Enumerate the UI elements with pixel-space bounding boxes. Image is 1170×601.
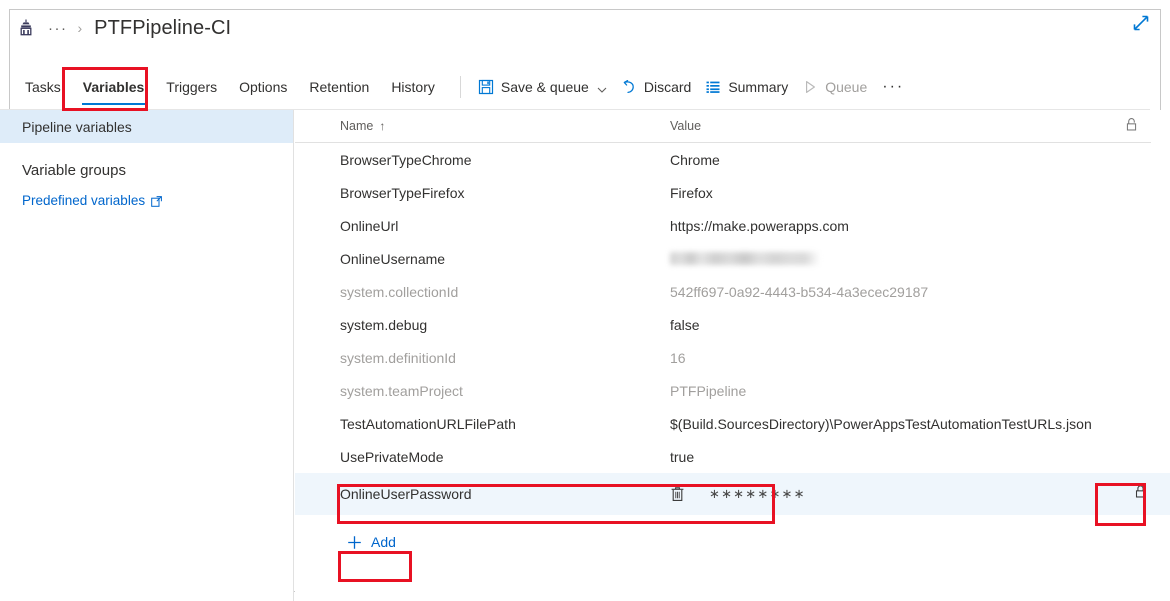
breadcrumb-overflow[interactable]: ··· <box>48 21 68 36</box>
table-row[interactable]: system.collectionId 542ff697-0a92-4443-b… <box>295 275 1170 308</box>
toolbar-divider <box>459 75 461 98</box>
column-header-value-label: Value <box>670 119 702 133</box>
external-link-icon <box>151 195 162 207</box>
variable-name: system.teamProject <box>340 382 463 399</box>
variable-value: true <box>670 448 695 465</box>
predefined-variables-link[interactable]: Predefined variables <box>0 193 293 208</box>
lock-closed-icon <box>1134 484 1147 504</box>
tab-tasks[interactable]: Tasks <box>14 64 72 109</box>
table-row[interactable]: system.teamProject PTFPipeline <box>295 374 1170 407</box>
tab-retention[interactable]: Retention <box>298 64 380 109</box>
save-and-queue-label: Save & queue <box>500 78 589 95</box>
variable-value: https://make.powerapps.com <box>670 217 849 234</box>
sidebar-item-label: Variable groups <box>22 161 126 179</box>
table-row[interactable]: OnlineUrl https://make.powerapps.com <box>295 209 1170 242</box>
toolbar: Tasks Variables Triggers Options Retenti… <box>0 64 1150 110</box>
variable-value: $(Build.SourcesDirectory)\PowerAppsTestA… <box>670 415 1092 432</box>
variable-name: OnlineUserPassword <box>340 486 472 502</box>
azure-devops-pipeline-variables-screen: ··· › PTFPipeline-CI Tasks Variables Tri… <box>0 0 1170 601</box>
variable-name: UsePrivateMode <box>340 448 444 465</box>
list-icon <box>705 79 721 95</box>
add-button-label: Add <box>371 534 396 550</box>
summary-button[interactable]: Summary <box>698 71 795 103</box>
table-row[interactable]: system.debug false <box>295 308 1170 341</box>
column-header-value[interactable]: Value <box>670 119 1111 133</box>
variable-lock-cell-locked[interactable] <box>1111 484 1170 504</box>
tab-options[interactable]: Options <box>228 64 298 109</box>
variable-name: system.collectionId <box>340 283 459 300</box>
pipeline-icon <box>16 18 36 38</box>
tab-history[interactable]: History <box>380 64 446 109</box>
sidebar: Pipeline variables Variable groups Prede… <box>0 110 294 601</box>
masked-password-value[interactable]: ∗∗∗∗∗∗∗∗ <box>709 486 806 502</box>
page-title: PTFPipeline-CI <box>94 16 232 39</box>
sidebar-item-pipeline-variables[interactable]: Pipeline variables <box>0 110 293 143</box>
play-icon <box>802 79 818 95</box>
variable-name: system.definitionId <box>340 349 456 366</box>
variable-value: Chrome <box>670 151 720 168</box>
table-row[interactable]: OnlineUsername <box>295 242 1170 275</box>
variable-value-secret: ∗∗∗∗∗∗∗∗ <box>670 486 1111 502</box>
breadcrumb-separator: › <box>77 20 83 36</box>
variable-name: BrowserTypeChrome <box>340 151 472 168</box>
discard-button[interactable]: Discard <box>614 71 698 103</box>
column-header-name-label: Name <box>340 119 374 133</box>
save-and-queue-button[interactable]: Save & queue <box>471 71 614 103</box>
variable-value: 16 <box>670 349 686 366</box>
variable-name: OnlineUrl <box>340 217 399 234</box>
save-icon <box>478 79 494 95</box>
toolbar-overflow-button[interactable]: ··· <box>874 78 912 95</box>
variables-table: Name ↑ Value BrowserTypeChrome Chrome Br… <box>295 110 1170 557</box>
tab-triggers[interactable]: Triggers <box>155 64 228 109</box>
column-header-lock <box>1111 117 1151 135</box>
plus-icon <box>347 535 362 550</box>
variable-value: false <box>670 316 700 333</box>
add-button[interactable]: Add <box>343 531 405 553</box>
column-header-name[interactable]: Name ↑ <box>340 119 670 133</box>
variables-pane: Name ↑ Value BrowserTypeChrome Chrome Br… <box>295 110 1170 601</box>
sort-ascending-icon: ↑ <box>379 119 386 133</box>
redacted-value <box>670 252 820 265</box>
variable-value: PTFPipeline <box>670 382 747 399</box>
table-header: Name ↑ Value <box>295 110 1151 143</box>
tab-variables[interactable]: Variables <box>72 64 156 109</box>
trash-icon[interactable] <box>670 486 685 502</box>
chevron-down-icon[interactable] <box>597 82 607 93</box>
expand-diagonal-icon[interactable] <box>1128 10 1154 36</box>
queue-button: Queue <box>795 71 874 103</box>
breadcrumb: ··· › PTFPipeline-CI <box>0 0 231 56</box>
table-row[interactable]: BrowserTypeChrome Chrome <box>295 143 1170 176</box>
table-row[interactable]: BrowserTypeFirefox Firefox <box>295 176 1170 209</box>
variable-value: Firefox <box>670 184 713 201</box>
variable-name: system.debug <box>340 316 428 333</box>
undo-icon <box>621 79 637 95</box>
variable-value: 542ff697-0a92-4443-b534-4a3ecec29187 <box>670 283 929 300</box>
queue-label: Queue <box>825 78 868 95</box>
table-row-selected[interactable]: OnlineUserPassword ∗∗∗∗∗∗∗∗ <box>295 473 1170 515</box>
table-row[interactable]: UsePrivateMode true <box>295 440 1170 473</box>
variable-name: OnlineUsername <box>340 250 446 267</box>
variable-name: TestAutomationURLFilePath <box>340 415 516 432</box>
table-row[interactable]: TestAutomationURLFilePath $(Build.Source… <box>295 407 1170 440</box>
table-row[interactable]: system.definitionId 16 <box>295 341 1170 374</box>
lock-open-icon <box>1125 117 1138 135</box>
discard-label: Discard <box>643 78 692 95</box>
add-variable-row: Add <box>295 527 1170 557</box>
summary-label: Summary <box>728 78 789 95</box>
variable-name: BrowserTypeFirefox <box>340 184 465 201</box>
predefined-variables-label: Predefined variables <box>22 193 146 208</box>
sidebar-item-variable-groups[interactable]: Variable groups <box>0 152 293 188</box>
variable-value <box>670 252 1111 265</box>
sidebar-item-label: Pipeline variables <box>22 118 132 135</box>
